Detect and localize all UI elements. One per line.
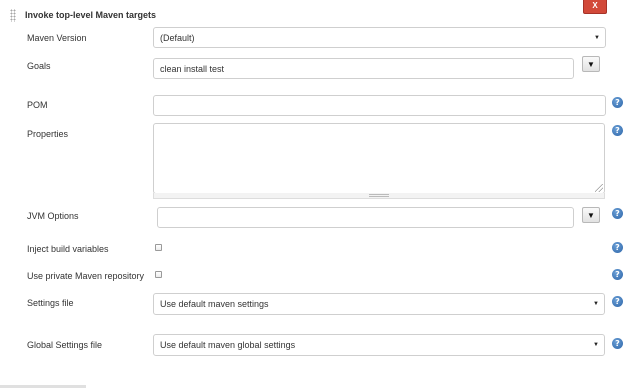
- inject-build-variables-label: Inject build variables: [27, 244, 109, 254]
- properties-label: Properties: [27, 129, 69, 139]
- maven-version-value: (Default): [160, 32, 195, 43]
- maven-build-step-panel: Invoke top-level Maven targets X Maven V…: [0, 0, 640, 388]
- close-button[interactable]: X: [583, 0, 607, 14]
- jvm-options-label: JVM Options: [27, 211, 79, 221]
- help-icon[interactable]: ?: [612, 296, 623, 307]
- settings-file-label: Settings file: [27, 298, 74, 308]
- goals-value: clean install test: [160, 63, 225, 74]
- global-settings-file-value: Use default maven global settings: [160, 340, 296, 350]
- settings-file-select[interactable]: Use default maven settings ▼: [153, 293, 605, 315]
- grip-icon: [369, 194, 389, 197]
- use-private-repo-checkbox[interactable]: [155, 271, 162, 278]
- jvm-options-expand-button[interactable]: ▼: [582, 207, 600, 223]
- global-settings-file-select[interactable]: Use default maven global settings ▼: [153, 334, 605, 356]
- goals-label: Goals: [27, 61, 51, 71]
- global-settings-file-label: Global Settings file: [27, 340, 103, 350]
- chevron-down-icon: ▼: [593, 301, 599, 307]
- expand-arrow-icon: ▼: [587, 211, 595, 220]
- help-icon[interactable]: ?: [612, 208, 623, 219]
- properties-textarea[interactable]: [153, 123, 605, 194]
- help-icon[interactable]: ?: [612, 242, 623, 253]
- resize-grip-icon[interactable]: [595, 184, 603, 192]
- drag-handle-icon[interactable]: [10, 9, 16, 22]
- help-icon[interactable]: ?: [612, 338, 623, 349]
- maven-version-select[interactable]: (Default) ▼: [153, 27, 606, 48]
- pom-label: POM: [27, 100, 48, 110]
- section-title: Invoke top-level Maven targets: [25, 10, 157, 20]
- help-icon[interactable]: ?: [612, 97, 623, 108]
- goals-input[interactable]: clean install test: [153, 58, 574, 79]
- chevron-down-icon: ▼: [593, 342, 599, 348]
- pom-input[interactable]: [153, 95, 606, 116]
- goals-expand-button[interactable]: ▼: [582, 56, 600, 72]
- use-private-repo-label: Use private Maven repository: [27, 271, 145, 281]
- chevron-down-icon: ▼: [594, 34, 600, 41]
- expand-arrow-icon: ▼: [587, 60, 595, 69]
- inject-build-variables-checkbox[interactable]: [155, 244, 162, 251]
- jvm-options-input[interactable]: [157, 207, 574, 228]
- maven-version-label: Maven Version: [27, 33, 87, 43]
- help-icon[interactable]: ?: [612, 269, 623, 280]
- settings-file-value: Use default maven settings: [160, 299, 269, 309]
- help-icon[interactable]: ?: [612, 125, 623, 136]
- textarea-resize-bar[interactable]: [153, 193, 605, 199]
